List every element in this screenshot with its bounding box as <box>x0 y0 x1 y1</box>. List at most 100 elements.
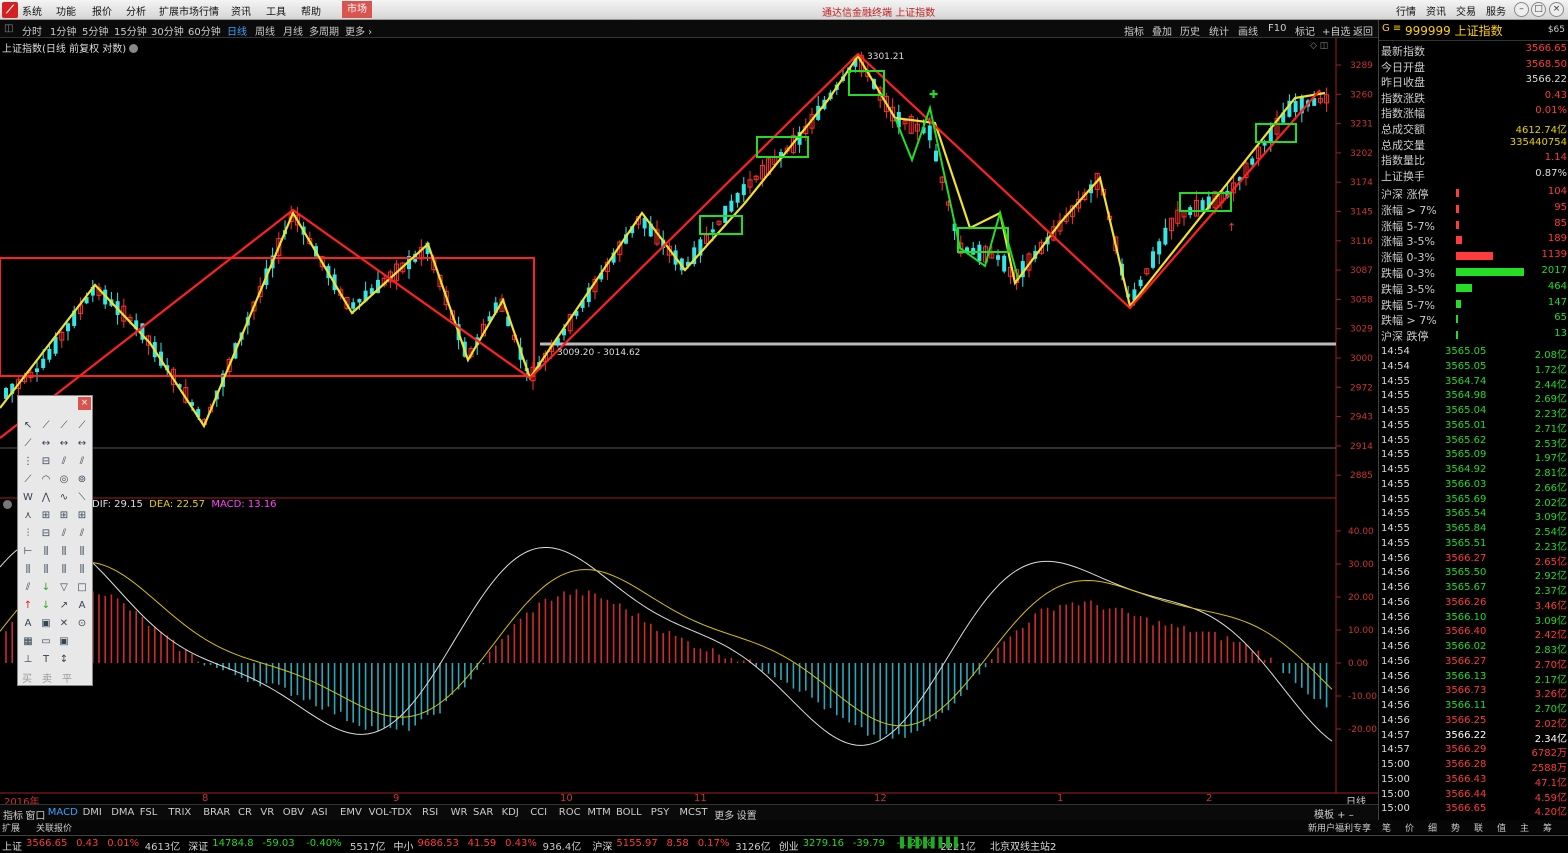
indicator-tab-sar[interactable]: SAR <box>473 807 493 818</box>
draw-tool-icon[interactable]: ∿ <box>56 490 72 506</box>
tool-history[interactable]: 历史 <box>1180 23 1200 38</box>
draw-tool-icon[interactable]: ⫼ <box>56 544 72 560</box>
kline-chart[interactable]: ✚ ↑ 3289 3260 3231 3202 3174 3145 3116 3087 3058 3… <box>0 38 1378 808</box>
indicator-tab-psy[interactable]: PSY <box>651 807 670 818</box>
draw-tool-icon[interactable]: ⫽ <box>74 454 90 470</box>
period-intraday[interactable]: 分时 <box>22 23 42 38</box>
menu-tools[interactable]: 工具 <box>266 3 286 18</box>
menu-analysis[interactable]: 分析 <box>126 3 146 18</box>
draw-tool-icon[interactable]: ⟍ <box>74 490 90 506</box>
draw-tool-icon[interactable]: ⫽ <box>56 454 72 470</box>
server-status[interactable]: 北京双线主站2 <box>990 838 1056 853</box>
menu-help[interactable]: 帮助 <box>301 3 321 18</box>
draw-tool-icon[interactable]: ⟋ <box>20 472 36 488</box>
draw-tool-icon[interactable]: ↑ <box>20 598 36 614</box>
draw-tool-icon[interactable]: ⫼ <box>74 562 90 578</box>
draw-tool-icon[interactable]: ⊞ <box>56 508 72 524</box>
ticker-name[interactable]: 深证 <box>188 838 208 853</box>
tool-stats[interactable]: 统计 <box>1209 23 1229 38</box>
panel-switch-icon[interactable]: 筹 <box>1543 821 1552 834</box>
indicator-tab-kdj[interactable]: KDJ <box>502 807 519 818</box>
draw-tool-icon[interactable]: ⫼ <box>38 562 54 578</box>
draw-tool-icon[interactable]: ⫼ <box>38 544 54 560</box>
draw-tool-icon[interactable]: ⫼ <box>74 544 90 560</box>
period-1min[interactable]: 1分钟 <box>50 23 76 38</box>
btn-news[interactable]: 资讯 <box>1426 3 1446 18</box>
draw-tool-icon[interactable]: ↔ <box>74 436 90 452</box>
draw-tool-icon[interactable]: ✕ <box>56 616 72 632</box>
maximize-icon[interactable]: □ <box>1531 2 1546 17</box>
toolbox-trade-buttons[interactable]: 买卖平 <box>22 670 82 685</box>
tool-overlay[interactable]: 叠加 <box>1152 23 1172 38</box>
panel-switch-icon[interactable]: 联 <box>1474 821 1483 834</box>
draw-tool-icon[interactable]: ◠ <box>38 472 54 488</box>
indicator-tab-mcst[interactable]: MCST <box>679 807 707 818</box>
draw-tool-icon[interactable]: ↓ <box>38 598 54 614</box>
panel-switch-icon[interactable]: 细 <box>1428 821 1437 834</box>
extend-tab[interactable]: 扩展 <box>2 821 20 834</box>
tool-back[interactable]: 返回 <box>1353 23 1373 38</box>
btn-service[interactable]: 服务 <box>1486 3 1506 18</box>
draw-tool-icon[interactable] <box>74 652 90 668</box>
panel-switch-icon[interactable]: 值 <box>1497 821 1506 834</box>
menu-system[interactable]: 系统 <box>22 3 42 18</box>
indicator-tab-vr[interactable]: VR <box>260 807 274 818</box>
ticker-name[interactable]: 沪深 <box>592 838 612 853</box>
indicator-tab-dmi[interactable]: DMI <box>83 807 102 818</box>
panel-switch-icon[interactable]: 势 <box>1451 821 1460 834</box>
draw-tool-icon[interactable]: ↗ <box>56 598 72 614</box>
draw-tool-icon[interactable]: ⫽ <box>74 526 90 542</box>
draw-tool-icon[interactable]: T <box>38 652 54 668</box>
period-5min[interactable]: 5分钟 <box>82 23 108 38</box>
indicator-tab-roc[interactable]: ROC <box>559 807 581 818</box>
draw-tool-icon[interactable]: □ <box>74 580 90 596</box>
period-30min[interactable]: 30分钟 <box>151 23 184 38</box>
period-more[interactable]: 更多 › <box>345 23 372 38</box>
panel-switch-icon[interactable]: 主 <box>1520 821 1529 834</box>
draw-tool-icon[interactable]: ⊞ <box>38 508 54 524</box>
draw-tool-icon[interactable]: ▽ <box>56 580 72 596</box>
panel-toggle-icon[interactable]: ◫ <box>4 23 13 34</box>
indicator-tab-brar[interactable]: BRAR <box>203 807 230 818</box>
panel-switch-icon[interactable]: 笔 <box>1382 821 1391 834</box>
settings-dot-icon[interactable] <box>129 44 139 53</box>
promo-link[interactable]: 新用户福利专享 <box>1308 821 1371 834</box>
indicator-tab-cci[interactable]: CCI <box>530 807 547 818</box>
tool-f10[interactable]: F10 <box>1268 23 1286 34</box>
draw-tool-icon[interactable]: ⊥ <box>20 652 36 668</box>
draw-tool-icon[interactable]: ⫶ <box>20 526 36 542</box>
draw-tool-icon[interactable]: ↖ <box>20 418 36 434</box>
period-15min[interactable]: 15分钟 <box>114 23 147 38</box>
btn-quote[interactable]: 行情 <box>1396 3 1416 18</box>
tool-indicator[interactable]: 指标 <box>1124 23 1144 38</box>
draw-tool-icon[interactable]: ⋀ <box>38 490 54 506</box>
menu-news[interactable]: 资讯 <box>231 3 251 18</box>
indicator-tab-rsi[interactable]: RSI <box>422 807 438 818</box>
draw-tool-icon[interactable]: ↓ <box>38 580 54 596</box>
draw-tool-icon[interactable]: ⊙ <box>74 616 90 632</box>
tool-mark[interactable]: 标记 <box>1295 23 1315 38</box>
draw-tool-icon[interactable]: ⟋ <box>56 418 72 434</box>
draw-tool-icon[interactable]: A <box>74 598 90 614</box>
draw-tool-icon[interactable]: ⊟ <box>38 454 54 470</box>
draw-tool-icon[interactable]: ▭ <box>38 634 54 650</box>
indicator-tab-fsl[interactable]: FSL <box>140 807 158 818</box>
draw-tool-icon[interactable]: ⫼ <box>20 562 36 578</box>
ticker-name[interactable]: 上证 <box>2 838 22 853</box>
draw-tool-icon[interactable]: ⋏ <box>20 508 36 524</box>
draw-tool-icon[interactable]: ▣ <box>56 634 72 650</box>
draw-tool-icon[interactable]: ⊟ <box>38 526 54 542</box>
tool-draw[interactable]: 画线 <box>1238 23 1258 38</box>
indicator-tab-vol-tdx[interactable]: VOL-TDX <box>369 807 412 818</box>
draw-tool-icon[interactable]: ⫼ <box>56 562 72 578</box>
draw-tool-icon[interactable]: ▦ <box>20 634 36 650</box>
draw-tool-icon[interactable]: ↕ <box>56 652 72 668</box>
indicator-tab-emv[interactable]: EMV <box>340 807 362 818</box>
indicator-tab-wr[interactable]: WR <box>451 807 468 818</box>
indicator-tab-mtm[interactable]: MTM <box>587 807 610 818</box>
period-daily[interactable]: 日线 <box>227 23 247 38</box>
minimize-icon[interactable]: – <box>1514 2 1529 17</box>
menu-market[interactable]: 市场 <box>342 1 372 18</box>
draw-tool-icon[interactable]: ⫽ <box>20 580 36 596</box>
related-quote-tab[interactable]: 关联报价 <box>36 821 72 834</box>
